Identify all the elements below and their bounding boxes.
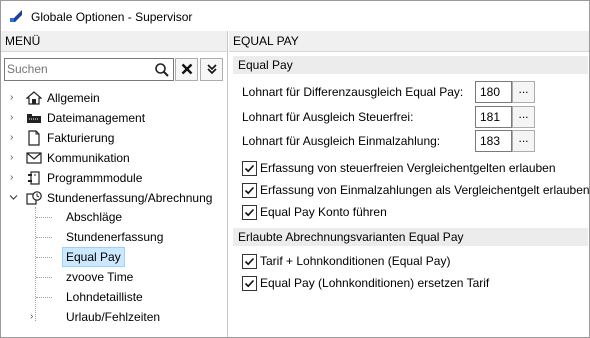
tree-item-urlaub-fehlzeiten[interactable]: › Urlaub/Fehlzeiten [1, 307, 227, 327]
field-label-einmalzahlung: Lohnart für Ausgleich Einmalzahlung: [242, 134, 441, 148]
tree-item-lohndetailliste[interactable]: Lohndetailliste [1, 287, 227, 307]
menu-pane-header: MENÜ [1, 31, 227, 52]
checkbox-label: Erfassung von Einmalzahlungen als Vergle… [260, 183, 590, 197]
checkbox-box[interactable] [242, 205, 257, 220]
chevron-down-icon[interactable] [9, 193, 19, 203]
clear-search-button[interactable] [175, 58, 198, 81]
tree-item-zvoove-time[interactable]: zvoove Time [1, 267, 227, 287]
lohnart-steuerfrei-input[interactable]: 181 [475, 106, 512, 128]
tree-item-stundenerfassung-abrechnung[interactable]: Stundenerfassung/Abrechnung [1, 188, 227, 208]
tree-item-abschlaege[interactable]: Abschläge [1, 207, 227, 227]
lohnart-steuerfrei-browse-button[interactable]: ... [512, 106, 535, 128]
search-input[interactable] [7, 60, 147, 78]
tree-item-label: zvoove Time [66, 270, 134, 284]
checkbox-box[interactable] [242, 183, 257, 198]
app-logo-icon [10, 10, 22, 22]
tree-item-label: Abschläge [66, 210, 123, 224]
window: Globale Optionen - Supervisor MENÜ Suche… [0, 0, 590, 338]
folder-icon [27, 114, 41, 123]
section-header-abrechnungsvarianten: Erlaubte Abrechnungsvarianten Equal Pay [233, 228, 588, 246]
search-box[interactable] [4, 58, 174, 81]
section-header-equal-pay: Equal Pay [233, 56, 588, 74]
checkbox-label: Equal Pay (Lohnkonditionen) ersetzen Tar… [260, 276, 490, 290]
tree-item-dateimanagement[interactable]: › Dateimanagement [1, 108, 227, 128]
tree-item-kommunikation[interactable]: › Kommunikation [1, 148, 227, 168]
checkmark-icon [244, 208, 255, 217]
close-icon [181, 63, 192, 75]
tree-item-stundenerfassung[interactable]: Stundenerfassung [1, 227, 227, 247]
envelope-icon [26, 152, 42, 164]
tree-item-label: Urlaub/Fehlzeiten [66, 310, 161, 324]
options-content: Equal Pay Lohnart für Differenzausgleich… [229, 52, 590, 337]
field-label-differenzausgleich: Lohnart für Differenzausgleich Equal Pay… [242, 85, 464, 99]
checkbox-box[interactable] [242, 276, 257, 291]
tree-item-label: Stundenerfassung [66, 230, 164, 244]
tree-item-allgemein[interactable]: › Allgemein [1, 88, 227, 108]
tree-item-label: Dateimanagement [47, 111, 146, 125]
chevron-right-icon[interactable]: › [10, 113, 20, 123]
tree-item-equal-pay[interactable]: Equal Pay [1, 247, 227, 267]
checkbox-label: Erfassung von steuerfreien Vergleichentg… [260, 161, 556, 175]
tree-item-label: Kommunikation [47, 151, 130, 165]
clock-icon [26, 191, 42, 205]
menu-pane: MENÜ › [1, 31, 228, 337]
tree-item-label: Allgemein [47, 91, 100, 105]
chevron-right-icon[interactable]: › [10, 93, 20, 103]
expand-all-button[interactable] [200, 58, 223, 81]
tree-item-label: Programmmodule [47, 171, 143, 185]
tree-item-label: Stundenerfassung/Abrechnung [47, 191, 213, 205]
tree-item-programmmodule[interactable]: › Programmmodule [1, 168, 227, 188]
plugin-icon [28, 171, 40, 185]
chevron-right-icon[interactable]: › [30, 312, 40, 322]
double-chevron-down-icon [206, 64, 217, 75]
chevron-right-icon[interactable]: › [10, 153, 20, 163]
checkbox-label: Equal Pay Konto führen [260, 205, 387, 219]
checkbox-box[interactable] [242, 254, 257, 269]
checkmark-icon [244, 186, 255, 195]
checkmark-icon [244, 279, 255, 288]
search-icon[interactable] [153, 61, 171, 79]
checkbox-box[interactable] [242, 161, 257, 176]
tree-item-fakturierung[interactable]: › Fakturierung [1, 128, 227, 148]
document-icon [28, 130, 40, 146]
lohnart-differenzausgleich-input[interactable]: 180 [475, 81, 512, 103]
lohnart-differenzausgleich-browse-button[interactable]: ... [512, 81, 535, 103]
lohnart-einmalzahlung-input[interactable]: 183 [475, 130, 512, 152]
chevron-right-icon[interactable]: › [10, 173, 20, 183]
options-pane-header: EQUAL PAY [229, 31, 589, 52]
lohnart-einmalzahlung-browse-button[interactable]: ... [512, 130, 535, 152]
chevron-right-icon[interactable]: › [10, 133, 20, 143]
checkmark-icon [244, 164, 255, 173]
checkmark-icon [244, 257, 255, 266]
field-label-steuerfrei: Lohnart für Ausgleich Steuerfrei: [242, 110, 414, 124]
tree-item-label: Equal Pay [62, 247, 125, 267]
title-bar: Globale Optionen - Supervisor [1, 1, 589, 31]
options-pane: EQUAL PAY Equal Pay Lohnart für Differen… [229, 31, 590, 337]
window-title: Globale Optionen - Supervisor [31, 10, 193, 24]
tree-item-label: Fakturierung [47, 131, 115, 145]
home-icon [26, 91, 42, 105]
checkbox-label: Tarif + Lohnkonditionen (Equal Pay) [260, 254, 451, 268]
tree-item-label: Lohndetailliste [66, 290, 143, 304]
